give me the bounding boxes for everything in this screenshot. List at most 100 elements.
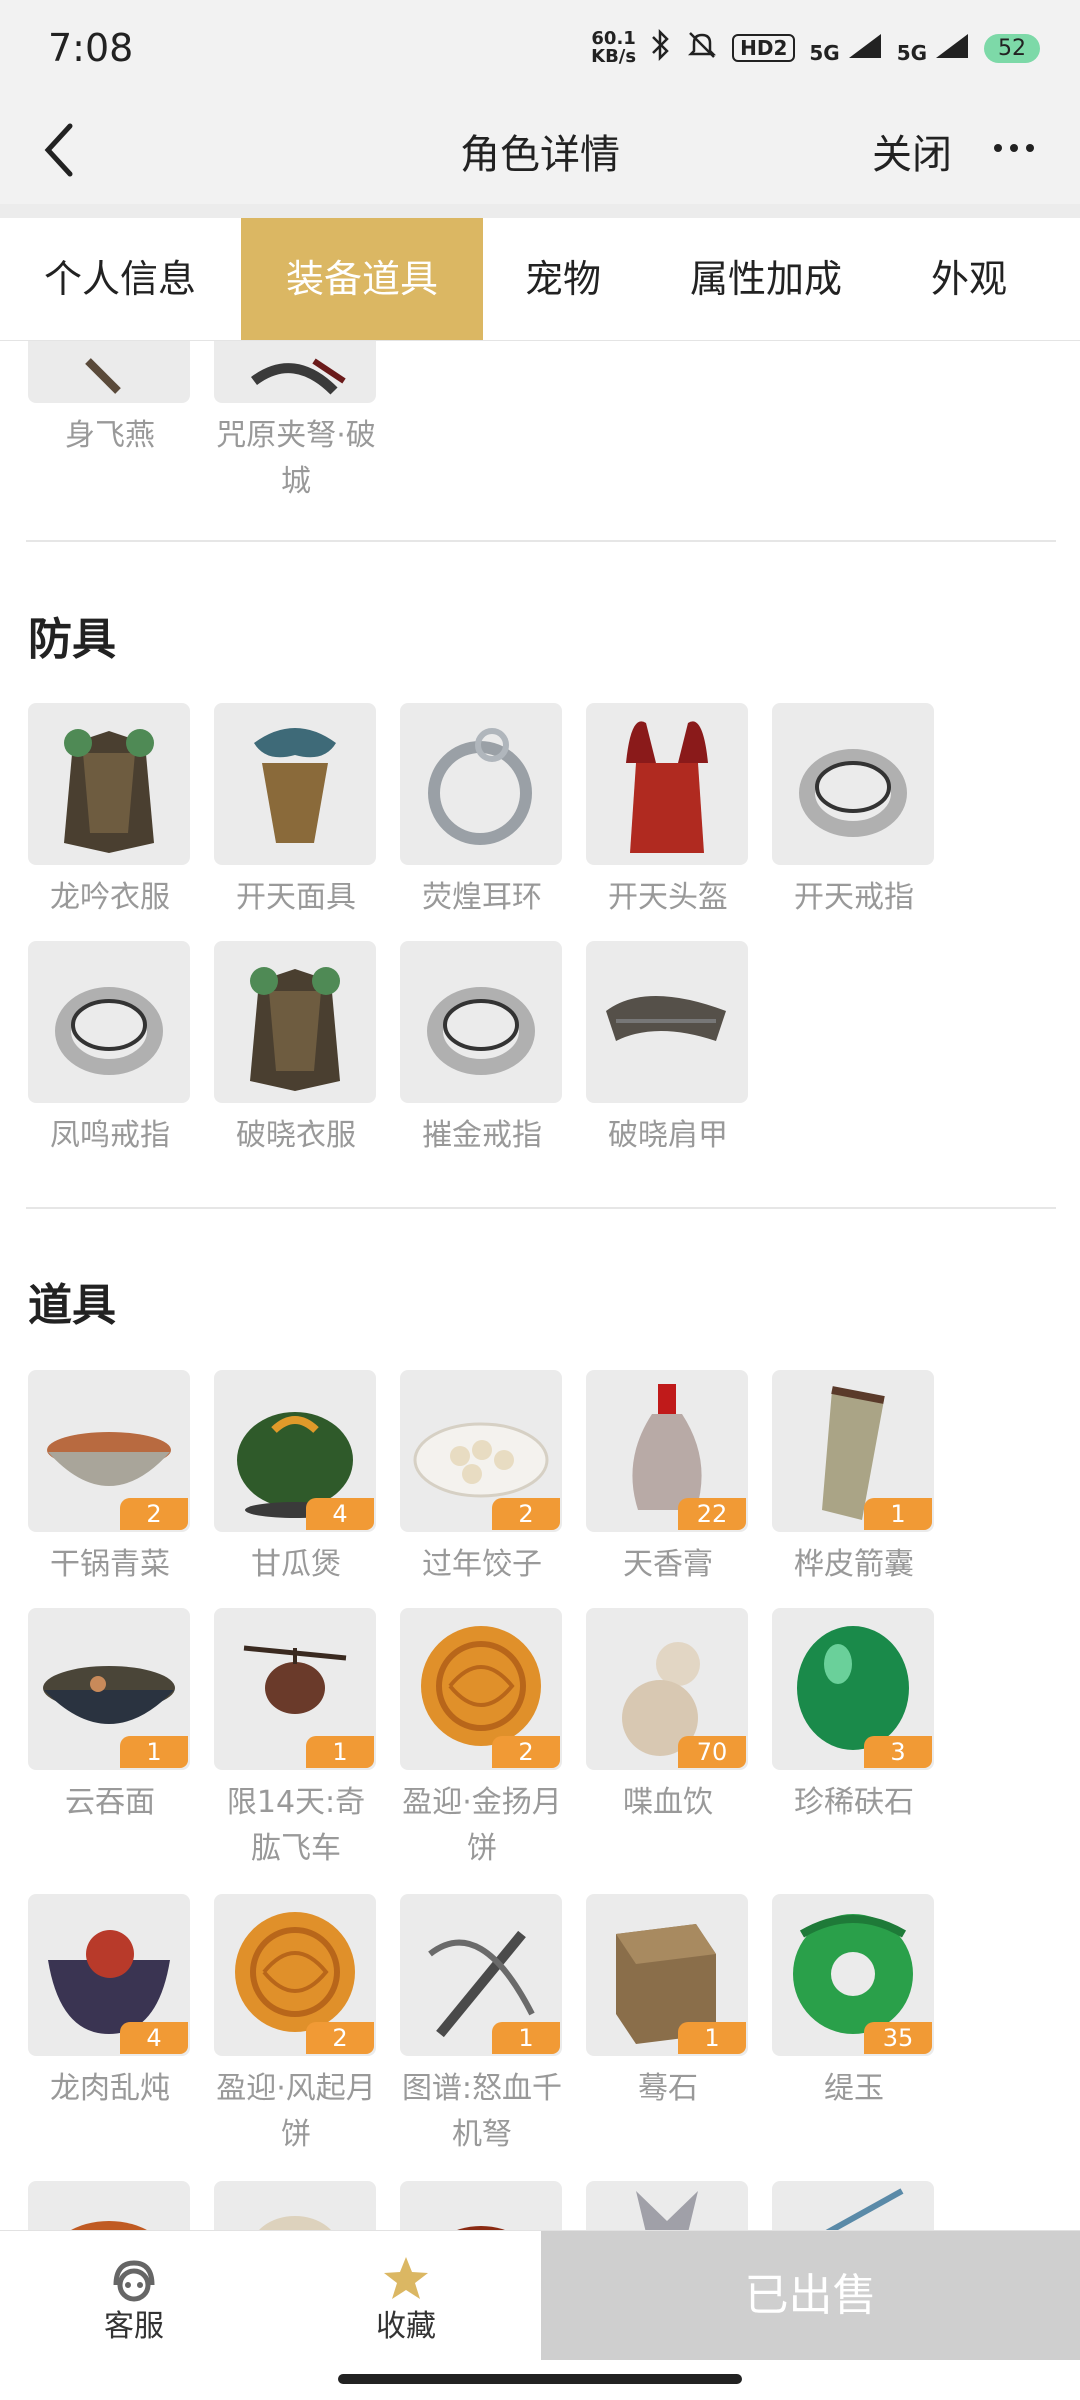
item-card[interactable]: 1 限14天:奇肱飞车 — [214, 1608, 378, 1872]
item-card[interactable]: 咒原夹弩·破城 — [214, 341, 378, 505]
item-card[interactable]: 开天头盔 — [586, 703, 750, 921]
item-card[interactable]: 破晓肩甲 — [586, 941, 750, 1159]
item-name: 身飞燕 — [65, 418, 155, 453]
item-card[interactable]: 1 图谱:怒血千机弩 — [400, 1894, 564, 2158]
ring-icon — [427, 987, 535, 1075]
item-card[interactable] — [214, 2181, 378, 2230]
tab-equipment[interactable]: 装备道具 — [241, 218, 483, 340]
item-card[interactable]: 龙吟衣服 — [28, 703, 192, 921]
item-card[interactable]: 3 珍稀砆石 — [772, 1608, 936, 1826]
item-count-badge: 70 — [678, 1736, 746, 1768]
item-card[interactable]: 摧金戒指 — [400, 941, 564, 1159]
tab-pets[interactable]: 宠物 — [483, 218, 643, 340]
status-icons: 60.1 KB/s HD2 5G 5G 52 — [591, 28, 1040, 68]
item-count-badge: 2 — [120, 1498, 188, 1530]
item-card[interactable] — [772, 2181, 936, 2230]
item-thumb: 1 — [400, 1894, 562, 2056]
item-name: 限14天:奇肱飞车 — [226, 1785, 366, 1866]
item-card[interactable]: 2 盈迎·金扬月饼 — [400, 1608, 564, 1872]
item-name: 桦皮箭囊 — [794, 1547, 914, 1582]
item-thumb: 2 — [400, 1608, 562, 1770]
item-card[interactable]: 4 龙肉乱炖 — [28, 1894, 192, 2112]
mute-bell-icon — [686, 29, 718, 67]
item-thumb: 1 — [214, 1608, 376, 1770]
mask-icon — [254, 728, 336, 843]
arrow-icon — [825, 2188, 904, 2230]
item-card[interactable]: 22 天香膏 — [586, 1370, 750, 1588]
item-card[interactable] — [586, 2181, 750, 2230]
item-count-badge: 1 — [678, 2022, 746, 2054]
item-thumb: 35 — [772, 1894, 934, 2056]
item-card[interactable]: 2 盈迎·风起月饼 — [214, 1894, 378, 2158]
item-name: 龙吟衣服 — [50, 880, 170, 915]
sold-button[interactable]: 已出售 — [541, 2231, 1080, 2361]
customer-service-button[interactable]: 客服 — [44, 2231, 224, 2361]
item-count-badge: 4 — [120, 2022, 188, 2054]
headset-icon — [113, 2260, 155, 2302]
item-card[interactable]: 身飞燕 — [28, 341, 192, 459]
shell-icon — [259, 2216, 331, 2230]
item-card[interactable]: 2 干锅青菜 — [28, 1370, 192, 1588]
section-title-armor: 防具 — [28, 614, 116, 665]
tab-attributes[interactable]: 属性加成 — [643, 218, 889, 340]
tab-bar: 个人信息 装备道具 宠物 属性加成 外观 — [0, 218, 1080, 341]
item-name: 咒原夹弩·破城 — [216, 418, 376, 499]
item-card[interactable] — [400, 2181, 564, 2230]
item-thumb: 2 — [400, 1370, 562, 1532]
signal-5g-icon: 5G — [897, 32, 970, 65]
item-card[interactable]: 1 蓦石 — [586, 1894, 750, 2112]
item-card[interactable]: 荧煌耳环 — [400, 703, 564, 921]
ring-icon — [55, 987, 163, 1075]
status-bar: 7:08 60.1 KB/s HD2 5G 5G 52 — [0, 0, 1080, 100]
item-count-badge: 1 — [306, 1736, 374, 1768]
item-count-badge: 3 — [864, 1736, 932, 1768]
item-name: 破晓衣服 — [236, 1118, 356, 1153]
item-card[interactable]: 凤鸣戒指 — [28, 941, 192, 1159]
pot-icon — [457, 2226, 505, 2230]
item-name: 盈迎·风起月饼 — [216, 2071, 376, 2152]
item-name: 缇玉 — [824, 2071, 884, 2106]
item-count-badge: 35 — [864, 2022, 932, 2054]
home-indicator — [0, 2360, 1080, 2400]
favorite-button[interactable]: 收藏 — [316, 2231, 496, 2361]
item-card[interactable]: 1 云吞面 — [28, 1608, 192, 1826]
item-card[interactable]: 开天戒指 — [772, 703, 936, 921]
content-scroll[interactable]: 身飞燕 咒原夹弩·破城 防具 龙吟衣服 开天面具 荧煌耳环 开天头盔 开天戒指凤鸣戒指 破… — [0, 341, 1080, 2230]
item-thumb: 2 — [28, 1370, 190, 1532]
battery-icon: 52 — [984, 33, 1040, 63]
crossbow-icon — [251, 358, 346, 395]
close-button[interactable]: 关闭 — [872, 122, 952, 180]
item-name: 天香膏 — [623, 1547, 713, 1582]
more-icon[interactable] — [992, 118, 1036, 189]
item-card[interactable] — [28, 2181, 192, 2230]
item-card[interactable]: 4 甘瓜煲 — [214, 1370, 378, 1588]
item-card[interactable]: 35 缇玉 — [772, 1894, 936, 2112]
item-thumb — [214, 941, 376, 1103]
nav-bar: 角色详情 关闭 — [0, 100, 1080, 204]
hd-icon: HD2 — [732, 34, 796, 62]
item-thumb — [586, 703, 748, 865]
item-card[interactable]: 开天面具 — [214, 703, 378, 921]
item-count-badge: 2 — [492, 1498, 560, 1530]
item-thumb — [28, 703, 190, 865]
favorite-label: 收藏 — [376, 2309, 436, 2344]
item-card[interactable]: 破晓衣服 — [214, 941, 378, 1159]
item-thumb — [214, 703, 376, 865]
item-thumb — [28, 941, 190, 1103]
item-count-badge: 22 — [678, 1498, 746, 1530]
item-card[interactable]: 2 过年饺子 — [400, 1370, 564, 1588]
item-card[interactable]: 1 桦皮箭囊 — [772, 1370, 936, 1588]
item-card[interactable]: 70 喋血饮 — [586, 1608, 750, 1826]
item-count-badge: 1 — [120, 1736, 188, 1768]
weapon-thumb — [28, 341, 190, 403]
tab-personal-info[interactable]: 个人信息 — [0, 218, 240, 340]
item-count-badge: 2 — [306, 2022, 374, 2054]
weapon-icon — [85, 358, 121, 394]
item-name: 破晓肩甲 — [608, 1118, 728, 1153]
item-thumb — [400, 703, 562, 865]
tab-appearance[interactable]: 外观 — [889, 218, 1049, 340]
item-thumb: 22 — [586, 1370, 748, 1532]
shoulder-icon — [606, 996, 726, 1041]
item-thumb: 1 — [772, 1370, 934, 1532]
item-thumb: 4 — [214, 1370, 376, 1532]
